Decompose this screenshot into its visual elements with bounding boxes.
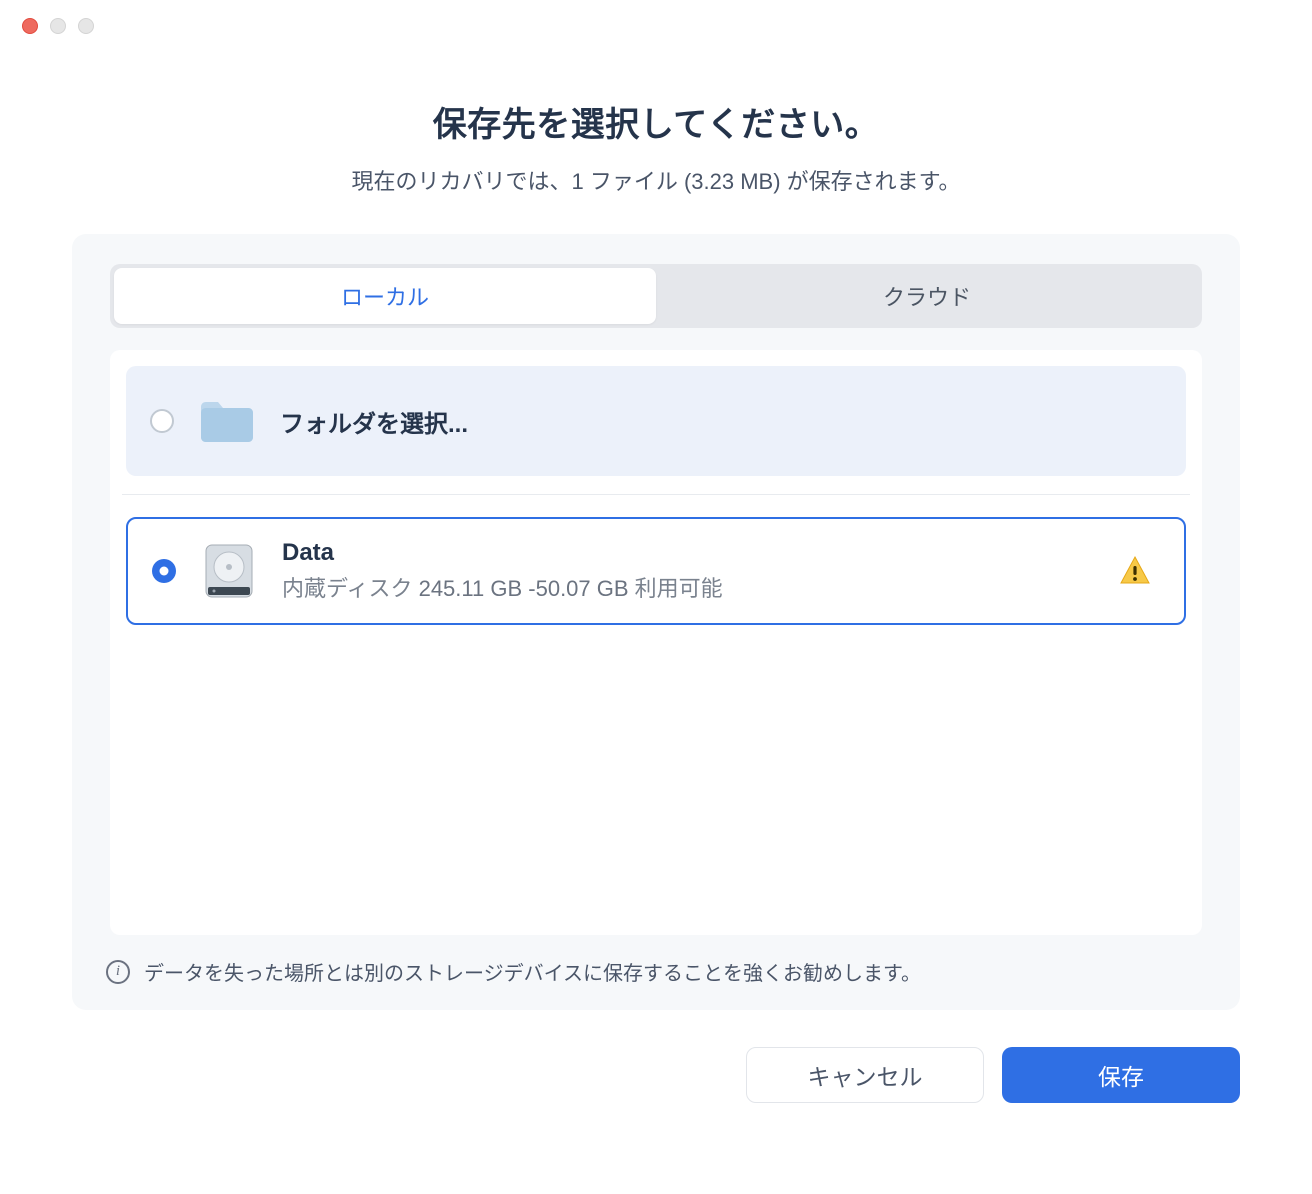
close-window-button[interactable]: [22, 18, 38, 34]
radio-button[interactable]: [150, 409, 174, 433]
minimize-window-button[interactable]: [50, 18, 66, 34]
maximize-window-button[interactable]: [78, 18, 94, 34]
action-bar: キャンセル 保存: [746, 1047, 1240, 1103]
advice-footer: i データを失った場所とは別のストレージデバイスに保存することを強くお勧めします…: [72, 935, 1240, 1010]
divider: [122, 494, 1190, 495]
hard-disk-icon: [200, 542, 258, 600]
info-icon: i: [106, 960, 130, 984]
tab-cloud[interactable]: クラウド: [656, 268, 1198, 324]
cancel-button[interactable]: キャンセル: [746, 1047, 984, 1103]
page-title: 保存先を選択してください。: [0, 97, 1312, 146]
option-disk-data[interactable]: Data 内蔵ディスク 245.11 GB -50.07 GB 利用可能: [126, 517, 1186, 625]
advice-text: データを失った場所とは別のストレージデバイスに保存することを強くお勧めします。: [144, 957, 921, 986]
option-select-folder[interactable]: フォルダを選択...: [126, 366, 1186, 476]
destination-tabs: ローカル クラウド: [110, 264, 1202, 328]
disk-name: Data: [282, 539, 1094, 567]
select-folder-label: フォルダを選択...: [280, 404, 1162, 439]
window-titlebar: [0, 0, 1312, 52]
warning-icon: [1118, 554, 1152, 588]
destination-card: ローカル クラウド フォルダを選択...: [72, 234, 1240, 1010]
tab-local[interactable]: ローカル: [114, 268, 656, 324]
disk-details: 内蔵ディスク 245.11 GB -50.07 GB 利用可能: [282, 571, 1094, 603]
destination-list: フォルダを選択... Data 内蔵ディスク 245.11 GB -50.07 …: [110, 350, 1202, 935]
folder-icon: [198, 392, 256, 450]
save-button[interactable]: 保存: [1002, 1047, 1240, 1103]
radio-button-selected[interactable]: [152, 559, 176, 583]
page-subtitle: 現在のリカバリでは、1 ファイル (3.23 MB) が保存されます。: [0, 164, 1312, 196]
